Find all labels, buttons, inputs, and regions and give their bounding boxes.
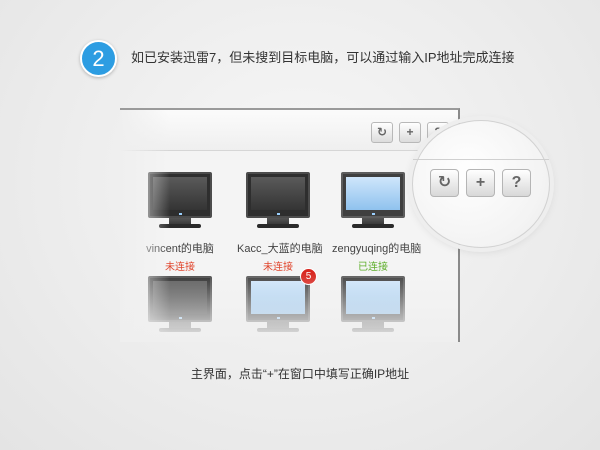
window-toolbar: ↻ + ? [120, 110, 458, 151]
device-item[interactable]: Kacc_大蓝的电脑 未连接 [237, 172, 323, 273]
device-status: 未连接 [165, 262, 195, 273]
app-window: ↻ + ? vincent的电脑 未连接 Kacc_大蓝的电脑 未连接 zeng… [120, 108, 460, 342]
magnifier-callout: ↻ + ? [412, 120, 550, 248]
plus-icon: + [406, 125, 414, 139]
plus-icon: + [475, 174, 486, 191]
refresh-icon: ↻ [437, 174, 452, 191]
device-item[interactable]: vincent的电脑 未连接 [139, 172, 221, 273]
question-icon: ? [511, 174, 522, 191]
caption: 主界面，点击“+”在窗口中填写正确IP地址 [190, 367, 410, 381]
refresh-button-zoomed[interactable]: ↻ [430, 169, 459, 197]
device-name: zengyuqing的电脑 [332, 243, 422, 255]
monitor-icon [341, 276, 405, 322]
refresh-icon: ↻ [376, 125, 388, 139]
add-device-button[interactable]: + [399, 122, 421, 143]
help-button-zoomed[interactable]: ? [502, 169, 531, 197]
device-status: 已连接 [358, 262, 388, 273]
add-device-button-zoomed[interactable]: + [466, 169, 495, 197]
refresh-button[interactable]: ↻ [371, 122, 393, 143]
device-item[interactable] [139, 276, 221, 332]
device-item[interactable] [332, 276, 414, 332]
device-name: Kacc_大蓝的电脑 [237, 243, 323, 255]
device-name: vincent的电脑 [146, 243, 214, 255]
step-number-badge: 2 [80, 40, 117, 77]
monitor-icon [148, 276, 212, 322]
monitor-icon [246, 276, 310, 322]
monitor-icon [148, 172, 212, 218]
notification-badge: 5 [300, 268, 317, 285]
device-item[interactable]: zengyuqing的电脑 已连接 [332, 172, 422, 273]
monitor-icon [246, 172, 310, 218]
monitor-icon [341, 172, 405, 218]
step-instruction: 如已安装迅雷7，但未搜到目标电脑，可以通过输入IP地址完成连接 [131, 50, 515, 65]
magnifier-divider [413, 159, 549, 160]
device-item[interactable]: 5 [237, 268, 319, 332]
